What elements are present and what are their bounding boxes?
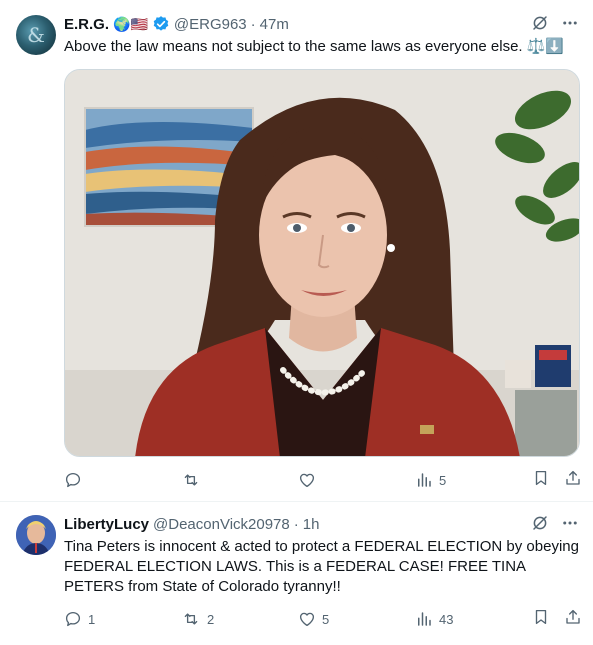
reply-count: 1 bbox=[88, 611, 96, 627]
like-count: 5 bbox=[322, 611, 330, 627]
like-button[interactable]: 5 bbox=[298, 610, 338, 628]
repost-icon bbox=[181, 610, 201, 628]
share-icon[interactable] bbox=[564, 608, 582, 631]
bookmark-icon[interactable] bbox=[532, 608, 550, 631]
reply-icon bbox=[64, 610, 82, 628]
views-icon bbox=[415, 471, 433, 489]
views-count: 5 bbox=[439, 472, 447, 488]
reply-icon bbox=[64, 471, 82, 489]
display-name[interactable]: LibertyLucy bbox=[64, 516, 149, 533]
post-header: LibertyLucy @DeaconVick20978 · 1h bbox=[64, 514, 319, 534]
post-top-actions bbox=[531, 514, 579, 537]
post-text: Above the law means not subject to the s… bbox=[64, 38, 565, 55]
avatar[interactable]: & bbox=[16, 15, 56, 55]
views-button[interactable]: 43 bbox=[415, 610, 455, 628]
verified-icon bbox=[152, 15, 170, 33]
display-name[interactable]: E.R.G. bbox=[64, 16, 109, 33]
share-icon[interactable] bbox=[564, 469, 582, 492]
post-actions: 5 bbox=[64, 469, 582, 491]
reply-button[interactable]: 1 bbox=[64, 610, 104, 628]
post-erg[interactable]: & E.R.G. 🌍🇺🇸 @ERG963 · 47m Above the law… bbox=[0, 0, 593, 502]
svg-text:&: & bbox=[27, 23, 45, 47]
more-icon[interactable] bbox=[561, 514, 579, 537]
post-header: E.R.G. 🌍🇺🇸 @ERG963 · 47m bbox=[64, 14, 289, 34]
like-icon bbox=[298, 471, 316, 489]
grok-icon[interactable] bbox=[531, 14, 549, 37]
repost-button[interactable] bbox=[181, 471, 221, 489]
timestamp[interactable]: 1h bbox=[303, 516, 320, 533]
repost-button[interactable]: 2 bbox=[181, 610, 221, 628]
video-thumbnail bbox=[65, 70, 579, 456]
post-actions: 1 2 5 43 bbox=[64, 608, 582, 630]
views-button[interactable]: 5 bbox=[415, 471, 455, 489]
user-handle[interactable]: @ERG963 bbox=[174, 16, 247, 33]
like-button[interactable] bbox=[298, 471, 338, 489]
separator-dot: · bbox=[293, 515, 299, 533]
timestamp[interactable]: 47m bbox=[260, 16, 289, 33]
views-count: 43 bbox=[439, 611, 454, 627]
reply-button[interactable] bbox=[64, 471, 104, 489]
flag-emojis: 🌍🇺🇸 bbox=[113, 15, 148, 32]
post-video[interactable] bbox=[64, 69, 580, 457]
post-text: Tina Peters is innocent & acted to prote… bbox=[64, 538, 579, 595]
separator-dot: · bbox=[250, 15, 256, 33]
repost-count: 2 bbox=[207, 611, 215, 627]
bookmark-icon[interactable] bbox=[532, 469, 550, 492]
user-handle[interactable]: @DeaconVick20978 bbox=[153, 516, 290, 533]
post-top-actions bbox=[531, 14, 579, 37]
more-icon[interactable] bbox=[561, 14, 579, 37]
repost-icon bbox=[181, 471, 201, 489]
grok-icon[interactable] bbox=[531, 514, 549, 537]
avatar[interactable] bbox=[16, 515, 56, 555]
views-icon bbox=[415, 610, 433, 628]
like-icon bbox=[298, 610, 316, 628]
